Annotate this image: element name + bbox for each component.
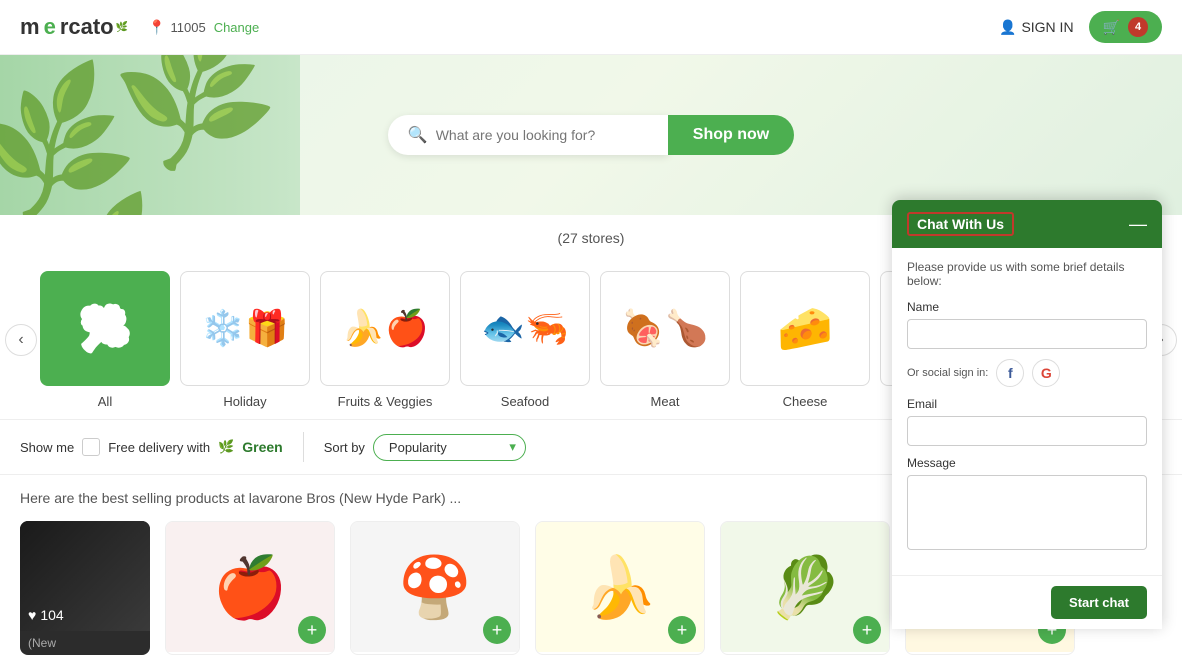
category-item-all[interactable]: 🥦 All [40, 271, 170, 409]
add-apples-button[interactable]: + [298, 616, 326, 644]
bananas-icon: 🍌 [583, 552, 658, 623]
product-image-bananas: 🍌 + [536, 522, 704, 652]
filter-divider [303, 432, 304, 462]
sign-in-button[interactable]: 👤 SIGN IN [999, 19, 1074, 36]
favorite-count: ♥ 104 [28, 607, 64, 623]
category-icon-cheese: 🧀 [740, 271, 870, 386]
chat-title: Chat With Us [907, 212, 1014, 236]
chat-email-input[interactable] [907, 416, 1147, 446]
hero-banner: 🌿🌿🌿 🔍 Shop now [0, 55, 1182, 215]
social-signin-section: Or social sign in: f G [907, 359, 1147, 387]
stores-count-text: (27 stores) [558, 230, 625, 246]
show-me-section: Show me Free delivery with 🌿 Green [20, 438, 283, 456]
sort-by-label: Sort by [324, 440, 365, 455]
store-image-area: ♥ 104 [20, 521, 150, 631]
location-pin-icon: 📍 [148, 19, 165, 36]
shop-now-button[interactable]: Shop now [668, 115, 794, 155]
hero-search-area: 🔍 Shop now [388, 115, 794, 155]
product-image-lettuce: 🥬 + [721, 522, 889, 652]
category-icon-fruits: 🍌🍎 [320, 271, 450, 386]
change-location-link[interactable]: Change [214, 20, 260, 35]
product-image-mushrooms: 🍄 + [351, 522, 519, 652]
apples-icon: 🍎 [213, 552, 288, 623]
logo-leaf: 🌿 [116, 22, 128, 33]
category-label-cheese: Cheese [783, 394, 828, 409]
logo-dot: e [44, 14, 56, 40]
sort-section: Sort by Popularity Price: Low to High Pr… [324, 434, 526, 461]
cart-icon: 🛒 [1103, 19, 1120, 36]
add-mushrooms-button[interactable]: + [483, 616, 511, 644]
category-nav-left[interactable]: ‹ [5, 324, 37, 356]
category-item-meat[interactable]: 🍖🍗 Meat [600, 271, 730, 409]
mushrooms-icon: 🍄 [398, 552, 473, 623]
category-icon-seafood: 🐟🦐 [460, 271, 590, 386]
chat-header: Chat With Us — [892, 200, 1162, 248]
chat-body: Please provide us with some brief detail… [892, 248, 1162, 575]
chat-message-input[interactable] [907, 475, 1147, 550]
product-card-lettuce: 🥬 + [720, 521, 890, 655]
category-label-holiday: Holiday [223, 394, 266, 409]
chat-minimize-button[interactable]: — [1129, 215, 1147, 233]
logo: mercato 🌿 [20, 14, 128, 40]
category-label-meat: Meat [651, 394, 680, 409]
category-label-all: All [98, 394, 112, 409]
chat-name-input[interactable] [907, 319, 1147, 349]
category-item-fruits[interactable]: 🍌🍎 Fruits & Veggies [320, 271, 450, 409]
chat-email-label: Email [907, 397, 1147, 411]
category-label-seafood: Seafood [501, 394, 549, 409]
facebook-signin-button[interactable]: f [996, 359, 1024, 387]
green-label: Green [242, 439, 282, 455]
start-chat-button[interactable]: Start chat [1051, 586, 1147, 619]
logo-text: m [20, 14, 40, 40]
add-lettuce-button[interactable]: + [853, 616, 881, 644]
product-card-mushrooms: 🍄 + [350, 521, 520, 655]
free-delivery-label: Free delivery with [108, 440, 210, 455]
search-input[interactable] [436, 127, 648, 143]
category-icon-all: 🥦 [40, 271, 170, 386]
category-icon-meat: 🍖🍗 [600, 271, 730, 386]
category-item-holiday[interactable]: ❄️🎁 Holiday [180, 271, 310, 409]
social-signin-label: Or social sign in: [907, 367, 988, 379]
product-image-apples: 🍎 + [166, 522, 334, 652]
chat-message-label: Message [907, 456, 1147, 470]
store-card[interactable]: ♥ 104 (New [20, 521, 150, 655]
add-bananas-button[interactable]: + [668, 616, 696, 644]
category-label-fruits: Fruits & Veggies [338, 394, 433, 409]
search-icon: 🔍 [408, 125, 428, 145]
sort-wrapper: Popularity Price: Low to High Price: Hig… [373, 434, 526, 461]
heart-icon: ♥ [28, 607, 36, 623]
leaf-icon: 🌿 [218, 439, 234, 455]
category-item-cheese[interactable]: 🧀 Cheese [740, 271, 870, 409]
asparagus-graphic: 🌿🌿🌿 [0, 55, 300, 215]
category-item-seafood[interactable]: 🐟🦐 Seafood [460, 271, 590, 409]
chat-panel: Chat With Us — Please provide us with so… [892, 200, 1162, 629]
sign-in-label: SIGN IN [1021, 19, 1073, 35]
show-me-label: Show me [20, 440, 74, 455]
chat-intro-text: Please provide us with some brief detail… [907, 260, 1147, 288]
store-name: (New [20, 631, 150, 655]
category-icon-holiday: ❄️🎁 [180, 271, 310, 386]
person-icon: 👤 [999, 19, 1016, 36]
cart-count: 4 [1128, 17, 1148, 37]
chat-footer: Start chat [892, 575, 1162, 629]
header-right: 👤 SIGN IN 🛒 4 [999, 11, 1162, 43]
cart-button[interactable]: 🛒 4 [1089, 11, 1162, 43]
zip-code: 11005 [171, 20, 206, 35]
header: mercato 🌿 📍 11005 Change 👤 SIGN IN 🛒 4 [0, 0, 1182, 55]
product-card-apples: 🍎 + [165, 521, 335, 655]
location-info: 📍 11005 Change [148, 19, 259, 36]
products-title-text: Here are the best selling products at la… [20, 490, 461, 506]
free-delivery-checkbox[interactable] [82, 438, 100, 456]
sort-select[interactable]: Popularity Price: Low to High Price: Hig… [373, 434, 526, 461]
logo-rest: rcato [60, 14, 114, 40]
hero-bg-left: 🌿🌿🌿 [0, 55, 300, 215]
lettuce-icon: 🥬 [768, 552, 843, 623]
google-signin-button[interactable]: G [1032, 359, 1060, 387]
search-box: 🔍 [388, 115, 668, 155]
favorite-count-value: 104 [40, 607, 63, 623]
chat-name-label: Name [907, 300, 1147, 314]
product-card-bananas: 🍌 + [535, 521, 705, 655]
